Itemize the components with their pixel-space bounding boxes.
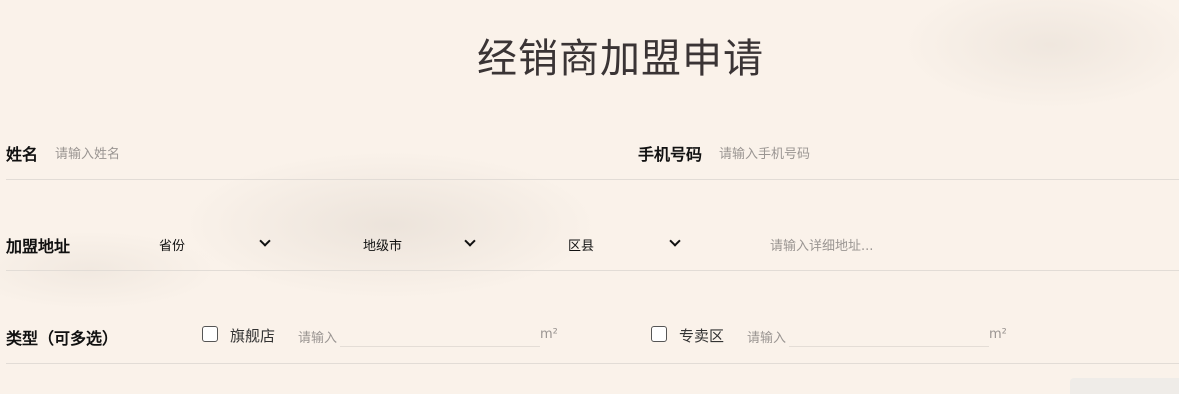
- province-select[interactable]: 省份: [158, 230, 273, 256]
- address-detail-input[interactable]: 请输入详细地址...: [770, 235, 1130, 254]
- district-select[interactable]: 区县: [567, 230, 682, 256]
- exclusive-area-unit: m²: [989, 327, 1007, 342]
- input-underline: [340, 346, 540, 347]
- city-select-value: 地级市: [363, 239, 403, 254]
- address-label: 加盟地址: [6, 237, 71, 256]
- city-select[interactable]: 地级市: [362, 230, 477, 256]
- page-title: 经销商加盟申请: [477, 36, 764, 82]
- type-label: 类型（可多选）: [6, 329, 119, 348]
- corner-element: [1070, 378, 1179, 394]
- background-texture: [180, 150, 600, 300]
- input-underline: [789, 346, 989, 347]
- province-select-value: 省份: [159, 239, 186, 254]
- chevron-down-icon: [464, 235, 476, 247]
- exclusive-area-input[interactable]: 请输入: [747, 327, 977, 346]
- divider: [6, 363, 1179, 364]
- phone-input[interactable]: 请输入手机号码: [719, 143, 1019, 162]
- flagship-area-input[interactable]: 请输入: [298, 327, 528, 346]
- divider: [6, 179, 1179, 180]
- exclusive-area-label: 专卖区: [679, 327, 725, 345]
- phone-label: 手机号码: [638, 145, 703, 164]
- exclusive-area-checkbox[interactable]: [651, 326, 667, 342]
- flagship-unit: m²: [540, 327, 558, 342]
- district-select-value: 区县: [568, 239, 595, 254]
- chevron-down-icon: [259, 235, 271, 247]
- chevron-down-icon: [669, 235, 681, 247]
- name-input[interactable]: 请输入姓名: [55, 143, 355, 162]
- name-label: 姓名: [6, 145, 39, 164]
- flagship-checkbox[interactable]: [202, 326, 218, 342]
- divider: [6, 270, 1179, 271]
- flagship-label: 旗舰店: [230, 327, 276, 345]
